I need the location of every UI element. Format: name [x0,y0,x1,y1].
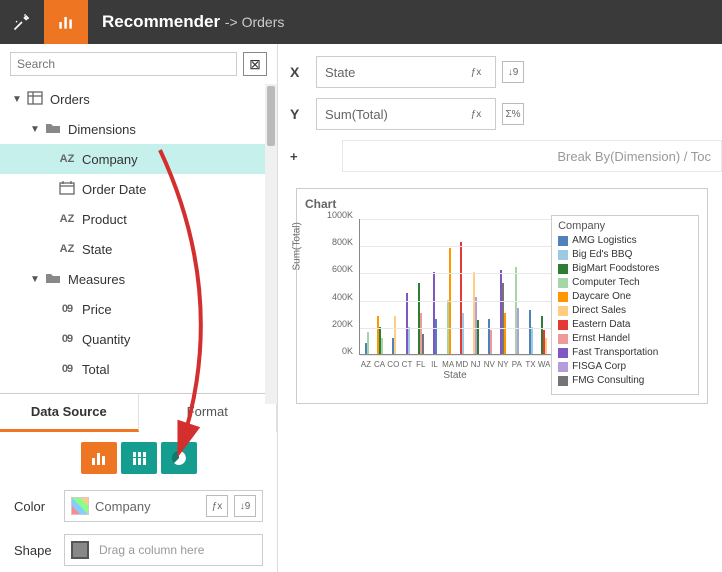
chart-type-pie-button[interactable] [161,442,197,474]
chevron-down-icon: ▼ [30,124,42,135]
tree-root-orders[interactable]: ▼ Orders [0,84,277,114]
legend-item: Direct Sales [558,304,692,318]
tree-dimensions[interactable]: ▼ Dimensions [0,114,277,144]
scrollbar[interactable] [265,84,277,404]
left-panel: ⊠ ▼ Orders ▼ Dimensions AZCompanyOrder D… [0,44,278,572]
folder-icon [42,122,64,137]
shape-swatch-icon [71,541,89,559]
legend-item: Ernst Handel [558,332,692,346]
legend-item: FISGA Corp [558,360,692,374]
field-tree: ▼ Orders ▼ Dimensions AZCompanyOrder Dat… [0,84,277,393]
chart-type-bar-button[interactable] [81,442,117,474]
type-icon: AZ [56,243,78,255]
legend-item: BigMart Foodstores [558,262,692,276]
clear-search-icon[interactable]: ⊠ [243,52,267,76]
legend-item: Eastern Data [558,318,692,332]
color-encoding-box[interactable]: Company ƒx ↓9 [64,490,263,522]
type-icon: 09 [56,363,78,375]
tree-item-state[interactable]: AZState [0,234,277,264]
y-axis-label: Y [290,106,316,122]
shape-encoding-box[interactable]: Drag a column here [64,534,263,566]
chart-legend: Company AMG LogisticsBig Ed's BBQBigMart… [551,215,699,395]
wand-icon[interactable] [0,0,44,44]
chart-title: Chart [305,197,699,211]
tree-item-price[interactable]: 09Price [0,294,277,324]
tree-item-total[interactable]: 09Total [0,354,277,384]
color-swatch-icon [71,497,89,515]
tree-item-quantity[interactable]: 09Quantity [0,324,277,354]
tree-item-order-date[interactable]: Order Date [0,174,277,204]
app-header: Recommender -> Orders [0,0,722,44]
sort-icon[interactable]: ↓9 [234,495,256,517]
chevron-down-icon: ▼ [30,274,42,285]
chart-icon[interactable] [44,0,88,44]
legend-item: Daycare One [558,290,692,304]
x-axis-field[interactable]: Stateƒx [316,56,496,88]
legend-item: AMG Logistics [558,234,692,248]
type-icon: 09 [56,303,78,315]
type-icon: AZ [56,153,78,165]
folder-icon [42,272,64,287]
page-title: Recommender -> Orders [88,12,284,32]
type-icon: 09 [56,333,78,345]
fx-icon[interactable]: ƒx [465,61,487,83]
x-axis-label: X [290,64,316,80]
tree-item-company[interactable]: AZCompany [0,144,277,174]
type-icon [56,181,78,198]
chevron-down-icon: ▼ [12,94,24,105]
type-icon: AZ [56,213,78,225]
legend-item: FMG Consulting [558,374,692,388]
shape-label: Shape [14,543,54,558]
sort-icon[interactable]: ↓9 [502,61,524,83]
panel-tabs: Data Source Format [0,393,277,432]
search-input[interactable] [10,52,237,76]
break-by-dropzone[interactable]: Break By(Dimension) / Toc [342,140,722,172]
fx-icon[interactable]: ƒx [206,495,228,517]
legend-item: Computer Tech [558,276,692,290]
chart-panel: Chart Sum(Total) 0K200K400K600K800K1000K… [296,188,708,404]
tree-item-product[interactable]: AZProduct [0,204,277,234]
chart-plot[interactable]: Sum(Total) 0K200K400K600K800K1000K AZCAC… [305,215,551,375]
tree-measures[interactable]: ▼ Measures [0,264,277,294]
chart-type-stack-button[interactable] [121,442,157,474]
color-label: Color [14,499,54,514]
tab-format[interactable]: Format [139,394,278,432]
fx-icon[interactable]: ƒx [465,103,487,125]
sigma-icon[interactable]: Σ% [502,103,524,125]
legend-item: Big Ed's BBQ [558,248,692,262]
tab-data-source[interactable]: Data Source [0,394,139,432]
legend-item: Fast Transportation [558,346,692,360]
right-panel: X Stateƒx ↓9 Y Sum(Total)ƒx Σ% + Break B… [278,44,722,572]
y-axis-field[interactable]: Sum(Total)ƒx [316,98,496,130]
